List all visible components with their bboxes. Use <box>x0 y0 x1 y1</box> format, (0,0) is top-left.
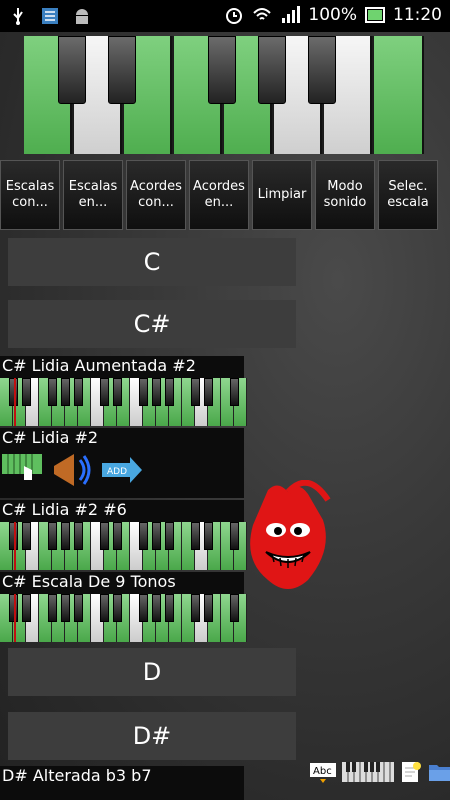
acordes-con-button[interactable]: Acordes con... <box>126 160 186 230</box>
mini-black-key <box>48 594 57 622</box>
svg-text:Abc: Abc <box>313 766 332 777</box>
scale-root-marker <box>14 522 16 570</box>
note-header-d[interactable]: D <box>8 648 296 696</box>
mini-black-key <box>204 522 213 550</box>
piano-black-key[interactable] <box>208 36 236 104</box>
acordes-en-button[interactable]: Acordes en... <box>189 160 249 230</box>
mini-black-key <box>61 522 70 550</box>
scale-title: D# Alterada b3 b7 <box>2 766 152 785</box>
signal-icon <box>280 5 301 25</box>
mini-black-key <box>139 378 148 406</box>
scale-item[interactable]: C# Escala De 9 Tonos <box>0 572 247 642</box>
mini-black-key <box>152 594 161 622</box>
scale-mini-keyboard <box>0 594 247 642</box>
notes-icon[interactable] <box>400 760 422 788</box>
note-header-c[interactable]: C <box>8 238 296 286</box>
speaker-icon[interactable] <box>50 452 94 492</box>
mini-black-key <box>100 378 109 406</box>
usb-icon <box>8 6 28 26</box>
mini-black-key <box>152 522 161 550</box>
mini-black-key <box>74 378 83 406</box>
status-bar: 100% 11:20 <box>0 0 450 32</box>
mini-black-key <box>139 522 148 550</box>
mini-black-key <box>165 522 174 550</box>
scale-item[interactable]: C# Lidia #2 ADD <box>0 428 244 498</box>
mini-black-key <box>113 378 122 406</box>
scale-root-marker <box>14 378 16 426</box>
android-debug-icon <box>72 6 92 26</box>
piano-black-key[interactable] <box>58 36 86 104</box>
mini-black-key <box>113 594 122 622</box>
notification-tray: Abc <box>310 760 450 788</box>
scale-root-marker <box>14 594 16 642</box>
mini-black-key <box>48 378 57 406</box>
devil-mascot-image <box>238 479 338 604</box>
mini-black-key <box>191 378 200 406</box>
mini-black-key <box>22 522 31 550</box>
scale-item[interactable]: C# Lidia #2 #6 <box>0 500 247 570</box>
clock: 11:20 <box>393 5 442 25</box>
mini-black-key <box>204 594 213 622</box>
mini-black-key <box>152 378 161 406</box>
mini-black-key <box>100 522 109 550</box>
main-piano-keyboard[interactable] <box>24 36 424 154</box>
limpiar-button[interactable]: Limpiar <box>252 160 312 230</box>
escalas-en-button[interactable]: Escalas en... <box>63 160 123 230</box>
modo-sonido-button[interactable]: Modo sonido <box>315 160 375 230</box>
scale-title: C# Escala De 9 Tonos <box>2 572 176 591</box>
piano-black-key[interactable] <box>258 36 286 104</box>
mini-black-key <box>204 378 213 406</box>
piano-black-key[interactable] <box>108 36 136 104</box>
note-header-d-sharp[interactable]: D# <box>8 712 296 760</box>
scale-item[interactable]: D# Alterada b3 b7 <box>0 766 244 800</box>
selec-escala-button[interactable]: Selec. escala <box>378 160 438 230</box>
mini-black-key <box>191 594 200 622</box>
toolbar: Escalas con... Escalas en... Acordes con… <box>0 160 450 230</box>
mini-black-key <box>165 378 174 406</box>
abc-keyboard-icon[interactable]: Abc <box>310 761 336 787</box>
mini-black-key <box>139 594 148 622</box>
mini-piano-icon[interactable] <box>342 762 394 786</box>
scale-title: C# Lidia Aumentada #2 <box>2 356 196 375</box>
scale-mini-keyboard <box>0 378 247 426</box>
scale-title: C# Lidia #2 #6 <box>2 500 127 519</box>
mini-black-key <box>165 594 174 622</box>
piano-black-key[interactable] <box>308 36 336 104</box>
svg-text:ADD: ADD <box>107 467 127 477</box>
add-arrow-icon[interactable]: ADD <box>100 455 144 489</box>
folder-icon[interactable] <box>428 761 450 787</box>
mini-black-key <box>22 378 31 406</box>
note-header-c-sharp[interactable]: C# <box>8 300 296 348</box>
battery-icon <box>365 5 385 25</box>
mini-black-key <box>22 594 31 622</box>
alarm-icon <box>224 5 244 25</box>
mini-black-key <box>61 378 70 406</box>
scale-title: C# Lidia #2 <box>2 428 99 447</box>
mini-black-key <box>48 522 57 550</box>
mini-black-key <box>113 522 122 550</box>
tap-keyboard-icon[interactable] <box>2 452 44 492</box>
scale-mini-keyboard <box>0 522 247 570</box>
scale-item[interactable]: C# Lidia Aumentada #2 <box>0 356 247 426</box>
battery-percent: 100% <box>308 5 357 25</box>
mini-black-key <box>61 594 70 622</box>
escalas-con-button[interactable]: Escalas con... <box>0 160 60 230</box>
mini-black-key <box>100 594 109 622</box>
app-notification-icon <box>40 6 60 26</box>
mini-black-key <box>74 594 83 622</box>
mini-black-key <box>230 378 239 406</box>
wifi-icon <box>252 5 272 25</box>
mini-black-key <box>74 522 83 550</box>
mini-black-key <box>191 522 200 550</box>
piano-white-key[interactable] <box>374 36 424 154</box>
